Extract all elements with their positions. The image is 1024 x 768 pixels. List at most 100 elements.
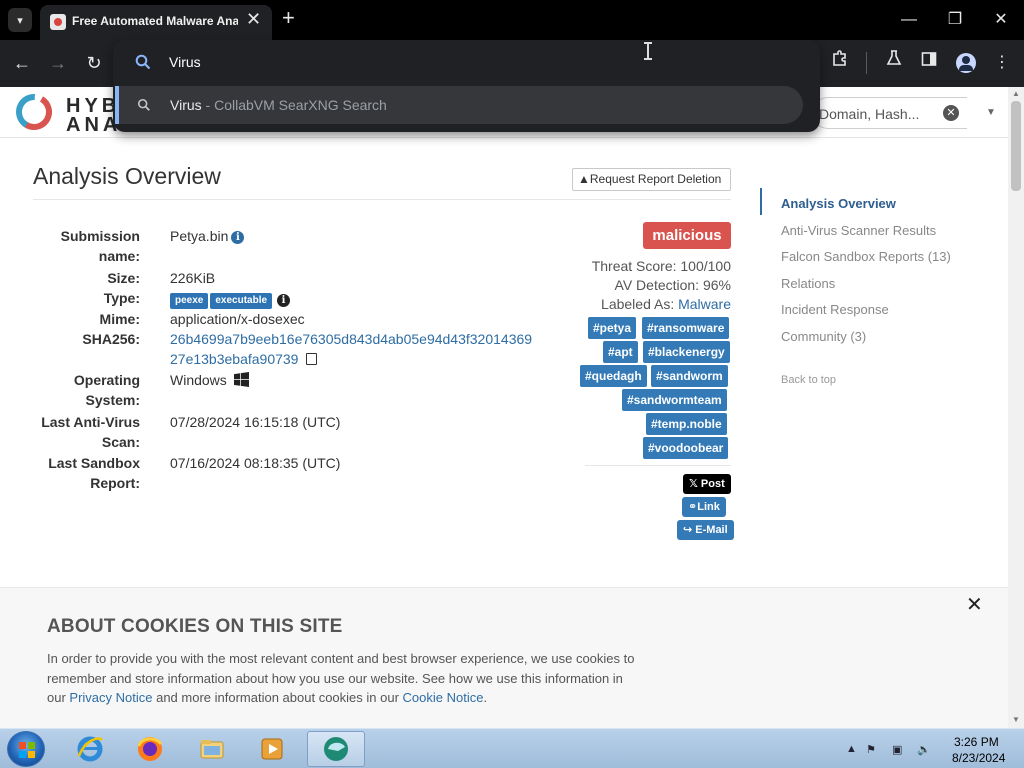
label-operating-system: Operating System: (73, 372, 140, 408)
internet-explorer-icon[interactable] (61, 731, 119, 767)
share-link-button[interactable]: ⚭Link (682, 497, 726, 517)
labs-flask-icon[interactable] (881, 49, 907, 77)
side-nav-relations[interactable]: Relations (781, 276, 835, 291)
omnibox-suggestion[interactable]: Virus - CollabVM SearXNG Search (115, 86, 803, 124)
info-icon[interactable]: i (231, 231, 245, 244)
threat-score: Threat Score: 100/100 (591, 258, 731, 274)
show-hidden-icons-chevron-icon[interactable]: ▲ (846, 743, 857, 755)
side-panel-icon[interactable] (916, 49, 942, 77)
tag-badge[interactable]: #temp.noble (646, 413, 727, 435)
label-size: Size: (107, 270, 140, 286)
privacy-notice-link[interactable]: Privacy Notice (69, 690, 152, 705)
collabvm-app-icon[interactable] (307, 731, 365, 767)
value-sha256[interactable]: 26b4699a7b9eeb16e76305d843d4ab05e94d43f3… (170, 329, 532, 369)
chevron-down-icon[interactable]: ▼ (986, 107, 996, 118)
label-last-av-scan: Last Anti-Virus Scan: (41, 414, 140, 450)
scrollbar-thumb[interactable] (1011, 101, 1021, 191)
labeled-as: Labeled As: Malware (601, 296, 731, 312)
browser-tab-active[interactable]: Free Automated Malware Ana ✕ (40, 5, 272, 40)
windows-taskbar: ▲ ⚑ ▣ 🔈 3:26 PM 8/23/2024 (0, 728, 1024, 768)
side-nav-active-indicator (760, 188, 762, 215)
value-mime: application/x-dosexec (170, 311, 305, 327)
search-icon (137, 98, 150, 111)
cookie-title: ABOUT COOKIES ON THIS SITE (47, 616, 343, 637)
scroll-down-arrow-icon[interactable]: ▼ (1012, 715, 1020, 724)
tag-badge[interactable]: #petya (588, 317, 637, 339)
side-nav-incident-response[interactable]: Incident Response (781, 302, 889, 317)
tab-title: Free Automated Malware Ana (72, 14, 238, 28)
tag-badge[interactable]: #ransomware (642, 317, 730, 339)
info-icon[interactable]: i (277, 294, 291, 307)
tag-badge[interactable]: #sandworm (651, 365, 728, 387)
clear-search-icon[interactable]: ✕ (943, 105, 959, 121)
labeled-as-link[interactable]: Malware (678, 296, 731, 312)
new-tab-plus-icon[interactable]: + (282, 5, 295, 31)
value-type: peexe executable i (170, 289, 291, 309)
window-minimize-icon[interactable]: — (897, 8, 921, 32)
type-badge[interactable]: peexe (170, 293, 209, 309)
start-button[interactable] (7, 731, 45, 767)
window-restore-icon[interactable]: ❐ (943, 8, 967, 32)
link-chain-icon: ⚭ (688, 501, 698, 513)
search-icon (135, 54, 151, 70)
tag-badge[interactable]: #blackenergy (643, 341, 730, 363)
site-search-field[interactable]: Domain, Hash... ✕ (812, 97, 967, 129)
share-email-button[interactable]: ↪ E-Mail (677, 520, 734, 540)
share-arrow-icon: ↪ (683, 524, 696, 536)
side-nav-analysis-overview[interactable]: Analysis Overview (781, 196, 896, 211)
address-bar-input[interactable] (169, 51, 769, 73)
browser-menu-icon[interactable]: ⋮ (989, 49, 1015, 77)
window-close-icon[interactable]: ✕ (989, 8, 1013, 32)
tab-search-button[interactable]: ▾ (8, 8, 32, 32)
share-x-button[interactable]: 𝕏 Post (683, 474, 731, 494)
verdict-badge: malicious (643, 222, 731, 249)
hybrid-analysis-logo-icon[interactable] (14, 92, 54, 132)
site-favicon-icon (50, 14, 66, 30)
back-to-top-link[interactable]: Back to top (781, 374, 836, 386)
back-arrow-icon[interactable]: ← (9, 50, 35, 76)
text-cursor-icon (644, 42, 653, 60)
clock-time[interactable]: 3:26 PM (954, 735, 999, 749)
file-explorer-icon[interactable] (183, 731, 241, 767)
scroll-up-arrow-icon[interactable]: ▲ (1012, 89, 1020, 98)
label-sha256: SHA256: (82, 331, 140, 347)
x-logo-icon: 𝕏 (689, 478, 701, 490)
value-operating-system: Windows (170, 370, 249, 390)
network-icon[interactable]: ▣ (892, 743, 902, 756)
clock-date[interactable]: 8/23/2024 (952, 751, 1005, 765)
cookie-notice-link[interactable]: Cookie Notice (403, 690, 484, 705)
media-player-icon[interactable] (243, 731, 301, 767)
request-report-deletion-button[interactable]: ▲Request Report Deletion (572, 168, 731, 191)
volume-muted-icon[interactable]: 🔈 (917, 743, 931, 756)
cookie-close-icon[interactable]: ✕ (966, 592, 983, 617)
reload-icon[interactable]: ↻ (81, 50, 107, 76)
tag-badge[interactable]: #sandwormteam (622, 389, 727, 411)
toolbar-separator (866, 52, 867, 74)
value-size: 226KiB (170, 270, 216, 286)
forward-arrow-icon[interactable]: → (45, 50, 71, 76)
type-badge[interactable]: executable (210, 293, 273, 309)
profile-avatar-icon[interactable] (956, 53, 976, 73)
page-scrollbar[interactable]: ▲ ▼ (1008, 87, 1024, 728)
web-page: HYB ANA Domain, Hash... ✕ ▼ Analysis Ove… (0, 87, 1008, 728)
side-nav-community[interactable]: Community (3) (781, 329, 866, 344)
suggestion-text: Virus - CollabVM SearXNG Search (170, 97, 387, 113)
tab-close-icon[interactable]: ✕ (246, 10, 261, 28)
firefox-icon[interactable] (121, 731, 179, 767)
site-search-placeholder: Domain, Hash... (819, 106, 920, 122)
suggestion-highlight-bar (115, 86, 119, 124)
browser-tab-strip: ▾ Free Automated Malware Ana ✕ + — ❐ ✕ (0, 0, 1024, 40)
value-last-sandbox-report: 07/16/2024 08:18:35 (UTC) (170, 455, 341, 471)
tag-badge[interactable]: #voodoobear (643, 437, 729, 459)
label-mime: Mime: (99, 311, 140, 327)
extensions-puzzle-icon[interactable] (827, 49, 853, 77)
tag-badge[interactable]: #apt (603, 341, 638, 363)
request-deletion-label: Request Report Deletion (589, 172, 722, 186)
side-nav-sandbox-reports[interactable]: Falcon Sandbox Reports (13) (781, 249, 951, 264)
copy-clipboard-icon[interactable] (306, 353, 318, 365)
title-divider (33, 199, 731, 200)
side-nav-av-scanner-results[interactable]: Anti-Virus Scanner Results (781, 223, 936, 238)
action-center-flag-icon[interactable]: ⚑ (866, 743, 876, 756)
label-type: Type: (103, 290, 140, 306)
tag-badge[interactable]: #quedagh (580, 365, 647, 387)
